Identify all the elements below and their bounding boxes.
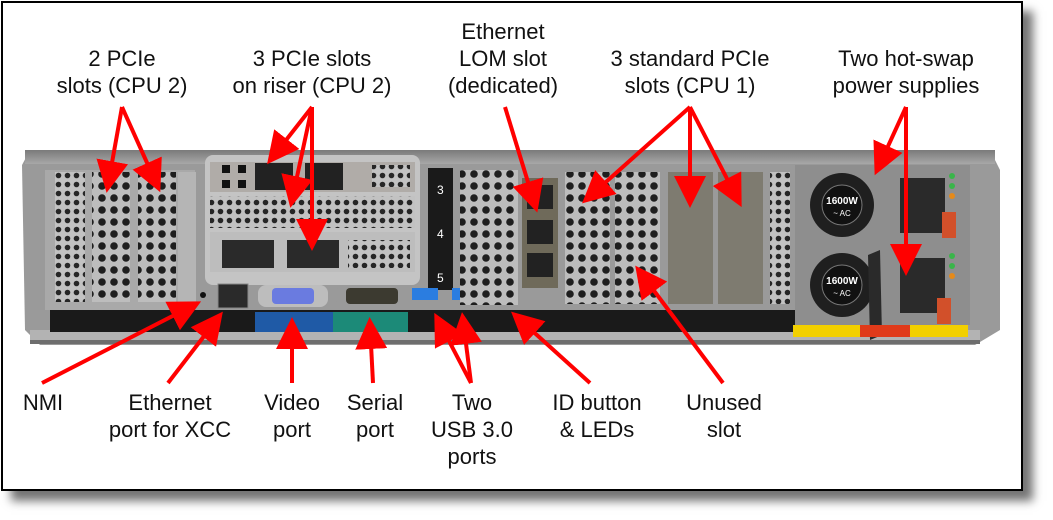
riser-slot-number: 5 bbox=[437, 271, 444, 285]
label-xcc-ethernet: Ethernet port for XCC bbox=[108, 390, 232, 442]
nmi-button bbox=[200, 292, 206, 298]
label-id-button: ID button & LEDs bbox=[552, 390, 642, 442]
svg-text:1600W: 1600W bbox=[826, 276, 858, 287]
pcie-slots-cpu2 bbox=[45, 170, 196, 310]
riser-cage-cpu2: 3 4 5 bbox=[205, 155, 453, 290]
svg-text:1600W: 1600W bbox=[826, 196, 858, 207]
xcc-ethernet-port bbox=[217, 283, 249, 309]
label-standard-pcie-cpu1: 3 standard PCIe slots (CPU 1) bbox=[610, 46, 770, 98]
label-video-port: Video port bbox=[264, 390, 320, 442]
power-supplies: 1600W ~ AC 1600W ~ AC bbox=[793, 165, 970, 340]
label-riser-slots-cpu2: 3 PCIe slots on riser (CPU 2) bbox=[232, 46, 392, 98]
usb-port-1 bbox=[412, 288, 438, 300]
label-power-supplies: Two hot-swap power supplies bbox=[832, 46, 980, 98]
lom-and-cpu1-slots bbox=[460, 170, 790, 305]
label-ethernet-lom-slot: Ethernet LOM slot (dedicated) bbox=[447, 19, 559, 98]
riser-slot-number: 4 bbox=[437, 227, 444, 241]
riser-slot-number: 3 bbox=[437, 183, 444, 197]
svg-text:~ AC: ~ AC bbox=[833, 209, 851, 218]
label-usb-ports: Two USB 3.0 ports bbox=[431, 390, 513, 469]
label-pcie-slots-cpu2: 2 PCIe slots (CPU 2) bbox=[56, 46, 188, 98]
label-unused-slot: Unused slot bbox=[686, 390, 762, 442]
svg-text:~ AC: ~ AC bbox=[833, 289, 851, 298]
label-serial-port: Serial port bbox=[346, 390, 404, 442]
label-nmi: NMI bbox=[22, 390, 64, 415]
